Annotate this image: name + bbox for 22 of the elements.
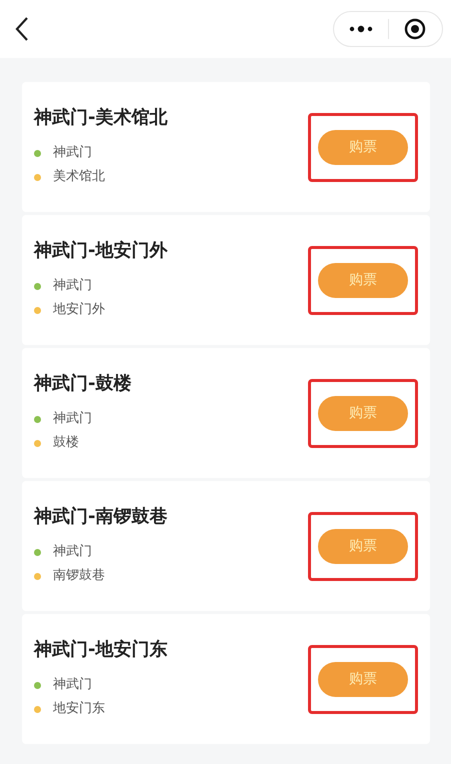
route-title: 神武门-美术馆北 (34, 106, 168, 129)
stop-name: 神武门 (53, 410, 92, 428)
route-title: 神武门-南锣鼓巷 (34, 505, 168, 528)
stop-name: 神武门 (53, 676, 92, 694)
buy-ticket-button[interactable]: 购票 (318, 528, 408, 564)
stop-name: 美术馆北 (53, 168, 105, 186)
route-title: 神武门-地安门东 (34, 638, 168, 661)
route-title: 神武门-地安门外 (34, 239, 168, 262)
buy-ticket-button[interactable]: 购票 (318, 262, 408, 298)
more-icon[interactable] (348, 25, 373, 33)
buy-ticket-button[interactable]: 购票 (318, 130, 408, 164)
buy-ticket-button[interactable]: 购票 (318, 662, 408, 696)
stop-name: 地安门外 (53, 301, 105, 319)
stop-name: 神武门 (53, 277, 92, 295)
stop-name: 鼓楼 (53, 434, 79, 452)
stop-name: 南锣鼓巷 (53, 567, 105, 585)
stop-name: 神武门 (53, 144, 92, 162)
buy-ticket-button[interactable]: 购票 (318, 396, 408, 430)
stop-name: 神武门 (53, 543, 92, 561)
route-title: 神武门-鼓楼 (34, 372, 132, 395)
stop-name: 地安门东 (53, 700, 105, 718)
back-icon[interactable] (14, 16, 30, 42)
